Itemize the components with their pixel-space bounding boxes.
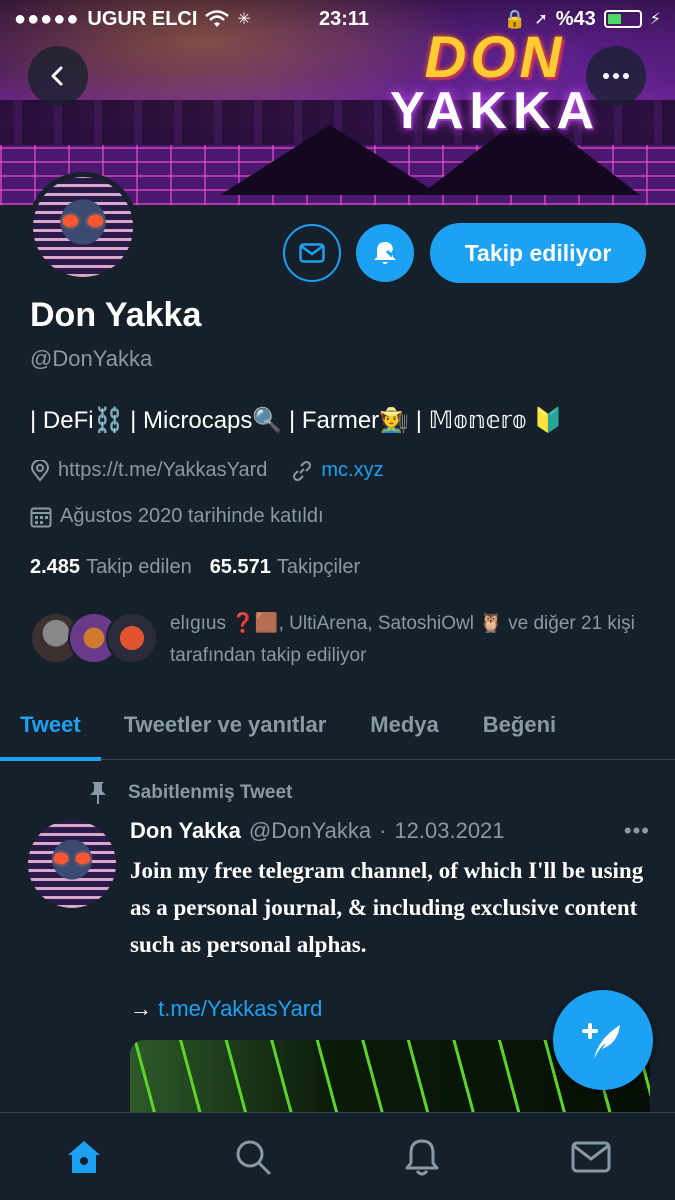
- battery-icon: [603, 10, 642, 28]
- bottom-navigation: [0, 1112, 675, 1200]
- status-bar: ●●●●● UGUR ELCI ✳ 23:11 🔒 ➚ %43 ⚡: [0, 0, 675, 38]
- pin-icon: [90, 782, 106, 804]
- notifications-button[interactable]: [356, 224, 414, 282]
- profile-avatar[interactable]: [28, 172, 138, 282]
- tab-tweets[interactable]: Tweet: [0, 690, 101, 761]
- pinned-label: Sabitlenmiş Tweet: [128, 782, 293, 803]
- envelope-icon: [571, 1141, 611, 1172]
- tweet-more-icon[interactable]: •••: [624, 818, 650, 844]
- carrier-name: UGUR ELCI: [87, 7, 198, 30]
- website-link[interactable]: mc.xyz: [321, 459, 383, 482]
- arrow-icon: →: [130, 996, 152, 1021]
- wifi-icon: [205, 10, 230, 27]
- profile-name: Don Yakka: [30, 296, 202, 334]
- nav-search[interactable]: [169, 1113, 338, 1200]
- tweet-avatar[interactable]: [28, 820, 116, 908]
- follower-avatar: [106, 612, 158, 664]
- profile-handle: @DonYakka: [30, 346, 153, 371]
- more-options-button[interactable]: [586, 46, 646, 106]
- avatar-image: [33, 177, 133, 277]
- envelope-icon: [299, 243, 325, 263]
- nav-notifications[interactable]: [338, 1113, 507, 1200]
- message-button[interactable]: [283, 224, 341, 282]
- back-button[interactable]: [28, 46, 88, 106]
- calendar-icon: [30, 507, 52, 527]
- compose-feather-icon: [582, 1023, 620, 1059]
- bell-icon: [405, 1139, 439, 1175]
- tweet-separator: ·: [379, 818, 387, 843]
- tweet-author-handle: @DonYakka: [248, 818, 372, 843]
- tab-likes[interactable]: Beğeni: [483, 690, 556, 760]
- nav-messages[interactable]: [506, 1113, 675, 1200]
- status-time: 23:11: [318, 7, 370, 30]
- tweet-text: Join my free telegram channel, of which …: [130, 858, 644, 957]
- following-button[interactable]: Takip ediliyor: [430, 223, 646, 283]
- bell-check-icon: [374, 242, 400, 264]
- follow-counts: 2.485 Takip edilen 65.571 Takipçiler: [30, 556, 360, 579]
- loading-icon: ✳: [237, 11, 251, 28]
- joined-text: Ağustos 2020 tarihinde katıldı: [60, 505, 324, 527]
- tweet-author-name[interactable]: Don Yakka: [130, 818, 241, 844]
- followed-by-text: elıgıus ❓🟫, UltiArena, SatoshiOwl 🦉 ve d…: [170, 613, 635, 666]
- battery-percent: %43: [555, 7, 596, 30]
- profile-links: https://t.me/YakkasYard mc.xyz: [30, 459, 384, 482]
- search-icon: [236, 1140, 271, 1174]
- tweet-link[interactable]: t.me/YakkasYard: [158, 996, 322, 1021]
- tweet-link-line: → t.me/YakkasYard: [130, 996, 322, 1022]
- orientation-lock-icon: 🔒: [503, 8, 527, 29]
- following-count-link[interactable]: 2.485 Takip edilen: [30, 556, 192, 579]
- profile-tabs: Tweet Tweetler ve yanıtlar Medya Beğeni: [0, 690, 675, 761]
- tab-tweets-replies[interactable]: Tweetler ve yanıtlar: [124, 690, 327, 760]
- followers-count-link[interactable]: 65.571 Takipçiler: [210, 556, 361, 579]
- pinned-indicator: Sabitlenmiş Tweet: [86, 780, 292, 806]
- profile-joined: Ağustos 2020 tarihinde katıldı: [30, 505, 324, 528]
- more-icon: [603, 73, 629, 79]
- tab-media[interactable]: Medya: [370, 690, 438, 760]
- location-text: https://t.me/YakkasYard: [58, 459, 268, 481]
- nav-home[interactable]: [0, 1113, 169, 1200]
- tweet-header: Don Yakka @DonYakka · 12.03.2021 •••: [130, 818, 650, 844]
- charging-icon: ⚡: [649, 11, 661, 28]
- location-icon: ➚: [534, 11, 548, 28]
- home-icon: [68, 1140, 101, 1173]
- signal-icon: ●●●●●: [14, 7, 80, 30]
- link-icon: [293, 460, 312, 481]
- compose-tweet-button[interactable]: [553, 990, 653, 1090]
- followed-by[interactable]: elıgıus ❓🟫, UltiArena, SatoshiOwl 🦉 ve d…: [30, 606, 650, 672]
- location-pin-icon: [30, 459, 50, 482]
- tweet-date[interactable]: 12.03.2021: [394, 818, 504, 844]
- profile-bio: | DeFi⛓️ | Microcaps🔍 | Farmer🧑‍🌾 | 𝕄𝕠𝕟𝕖…: [30, 407, 564, 434]
- back-arrow-icon: [51, 66, 63, 86]
